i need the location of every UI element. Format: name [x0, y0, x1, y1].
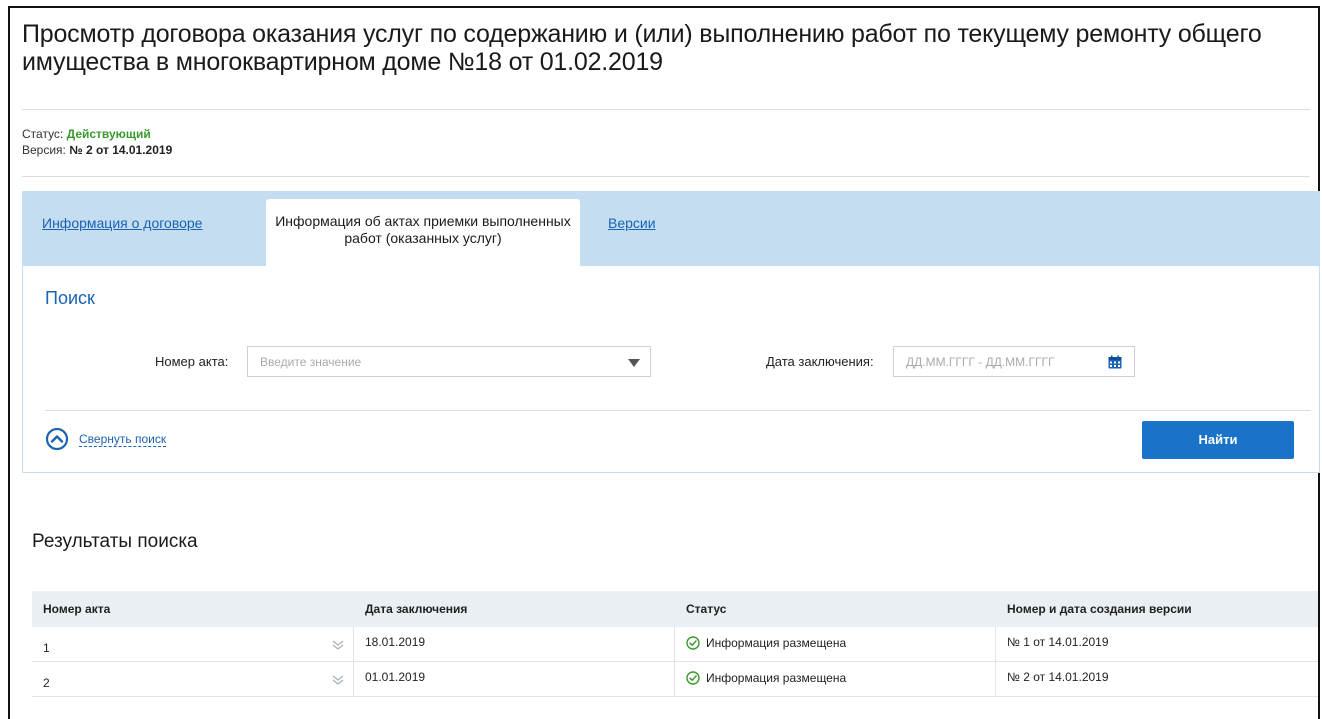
- act-number-cell: 1: [43, 641, 50, 655]
- date-placeholder: ДД.ММ.ГГГГ - ДД.ММ.ГГГГ: [906, 355, 1055, 369]
- act-number-label: Номер акта:: [155, 354, 229, 369]
- status-cell: Информация размещена: [686, 636, 846, 650]
- table-header: Номер акта Дата заключения Статус Номер …: [32, 591, 1318, 627]
- chevron-double-down-icon[interactable]: [332, 674, 344, 686]
- status-text: Информация размещена: [706, 671, 847, 685]
- chevron-up-icon[interactable]: [45, 427, 69, 451]
- contract-meta: Статус: Действующий Версия: № 2 от 14.01…: [22, 126, 172, 158]
- table-row[interactable]: 1 18.01.2019 Информация размещена № 1 от…: [32, 627, 1318, 662]
- divider: [22, 109, 1310, 110]
- date-cell: 01.01.2019: [365, 670, 426, 684]
- version-cell: № 1 от 14.01.2019: [1007, 635, 1109, 649]
- chevron-double-down-icon[interactable]: [332, 639, 344, 651]
- column-separator: [674, 627, 675, 662]
- status-value: Действующий: [66, 127, 151, 141]
- status-label: Статус:: [22, 127, 64, 141]
- version-cell: № 2 от 14.01.2019: [1007, 670, 1109, 684]
- act-number-select[interactable]: Введите значение: [247, 346, 651, 377]
- version-label: Версия:: [22, 143, 66, 157]
- dropdown-arrow-icon[interactable]: [628, 359, 640, 367]
- date-range-input[interactable]: ДД.ММ.ГГГГ - ДД.ММ.ГГГГ: [893, 346, 1135, 377]
- table-row[interactable]: 2 01.01.2019 Информация размещена № 2 от…: [32, 662, 1318, 697]
- page-frame: Просмотр договора оказания услуг по соде…: [8, 6, 1320, 719]
- version-value: № 2 от 14.01.2019: [69, 143, 173, 157]
- collapse-search-link[interactable]: Свернуть поиск: [79, 432, 167, 447]
- column-header: Дата заключения: [365, 602, 468, 616]
- search-divider: [45, 410, 1311, 411]
- check-circle-icon: [686, 671, 700, 685]
- search-title: Поиск: [45, 288, 95, 308]
- status-text: Информация размещена: [706, 636, 847, 650]
- divider: [22, 176, 1310, 177]
- column-header: Статус: [686, 602, 727, 616]
- tab-acts-info[interactable]: Информация об актах приемки выполненных …: [266, 199, 580, 269]
- column-separator: [995, 627, 996, 662]
- column-separator: [674, 662, 675, 697]
- column-separator: [995, 662, 996, 697]
- act-number-placeholder: Введите значение: [260, 355, 362, 369]
- column-header: Номер и дата создания версии: [1007, 602, 1192, 616]
- calendar-icon[interactable]: [1108, 355, 1122, 369]
- status-cell: Информация размещена: [686, 671, 846, 685]
- date-label: Дата заключения:: [766, 354, 874, 369]
- results-title: Результаты поиска: [32, 531, 198, 552]
- check-circle-icon: [686, 636, 700, 650]
- page-title: Просмотр договора оказания услуг по соде…: [22, 20, 1262, 76]
- tabs-bar: Информация о договоре Информация об акта…: [22, 191, 1320, 269]
- column-separator: [353, 662, 354, 697]
- act-number-cell: 2: [43, 676, 50, 690]
- column-separator: [353, 627, 354, 662]
- search-panel: Поиск Номер акта: Введите значение Дата …: [22, 266, 1320, 473]
- find-button[interactable]: Найти: [1142, 421, 1294, 459]
- column-header: Номер акта: [43, 602, 111, 616]
- date-cell: 18.01.2019: [365, 635, 426, 649]
